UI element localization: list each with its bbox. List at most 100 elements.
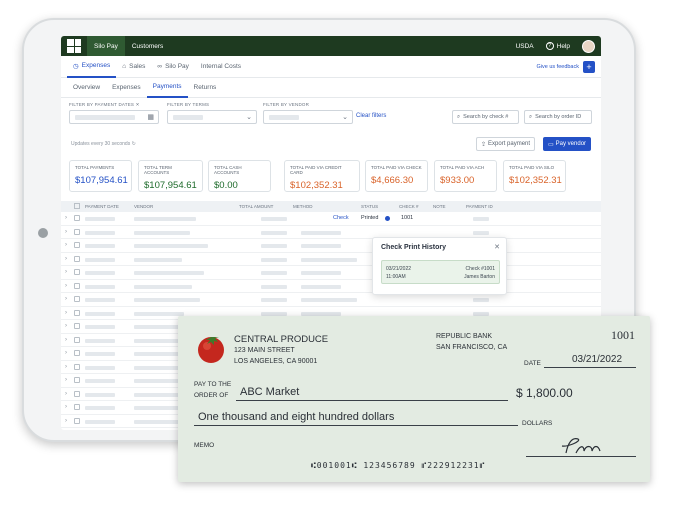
row-checkbox[interactable] — [74, 296, 80, 302]
avatar[interactable] — [582, 39, 595, 53]
filter-bar: FILTER BY PAYMENT DATES ✕ ▦ FILTER BY TE… — [61, 98, 601, 134]
row-checkbox[interactable] — [74, 363, 80, 370]
help-button[interactable]: ? Help — [545, 42, 570, 50]
currency-selector[interactable]: USDA — [516, 43, 534, 50]
tab-label: Internal Costs — [200, 63, 242, 70]
header-note[interactable]: NOTE — [433, 204, 446, 209]
info-icon[interactable] — [385, 216, 390, 221]
chevron-right-icon[interactable]: › — [65, 269, 67, 275]
header-check-number[interactable]: CHECK # — [399, 204, 419, 209]
table-row[interactable]: › — [61, 239, 601, 253]
search-order-placeholder: Search by order ID — [535, 114, 582, 120]
subtab-payments[interactable]: Payments — [146, 78, 188, 98]
row-checkbox[interactable] — [74, 417, 80, 424]
add-button[interactable]: + — [583, 60, 595, 73]
summary-cards: TOTAL PAYMENTS $107,954.61 TOTAL TERM ACC… — [61, 156, 601, 196]
chevron-right-icon[interactable]: › — [65, 256, 67, 262]
header-payment-date[interactable]: PAYMENT DATE — [85, 204, 119, 209]
table-row[interactable]: › — [61, 280, 601, 293]
row-checkbox[interactable] — [74, 390, 80, 397]
chevron-right-icon[interactable]: › — [65, 283, 67, 289]
close-icon[interactable]: ✕ — [494, 243, 500, 251]
placeholder-bar — [261, 284, 287, 289]
row-checkbox[interactable] — [74, 242, 80, 248]
row-checkbox[interactable] — [74, 228, 80, 235]
row-checkbox[interactable] — [74, 323, 80, 329]
row-checkbox[interactable] — [74, 215, 80, 221]
method-check[interactable]: Check — [333, 215, 349, 221]
chevron-right-icon[interactable]: › — [65, 377, 67, 383]
search-order-input[interactable]: ⌕ Search by order ID — [524, 110, 592, 124]
table-row[interactable]: › — [61, 226, 601, 239]
search-icon: ⌕ — [529, 113, 533, 120]
row-checkbox[interactable] — [74, 309, 80, 316]
nav-silo-pay[interactable]: Silo Pay — [87, 36, 125, 56]
pay-vendor-button[interactable]: ▭ Pay vendor — [543, 137, 592, 151]
placeholder-bar — [85, 257, 115, 262]
chevron-right-icon[interactable]: › — [65, 242, 67, 248]
filter-vendor-select[interactable]: ⌄ — [263, 110, 353, 124]
filter-dates-input[interactable]: ▦ — [69, 110, 159, 124]
tab-label: Sales — [129, 63, 146, 70]
search-check-input[interactable]: ⌕ Search by check # — [452, 110, 519, 124]
chevron-right-icon[interactable]: › — [65, 404, 67, 410]
placeholder-bar — [85, 271, 115, 275]
tab-expenses[interactable]: ◷ Expenses — [67, 56, 117, 78]
chevron-right-icon[interactable]: › — [65, 296, 67, 302]
row-checkbox[interactable] — [74, 269, 80, 275]
chevron-right-icon[interactable]: › — [65, 418, 67, 424]
placeholder-bar — [134, 217, 196, 221]
placeholder-bar — [85, 284, 115, 289]
header-method[interactable]: METHOD — [293, 204, 313, 209]
chevron-right-icon[interactable]: › — [65, 310, 67, 316]
chevron-right-icon[interactable]: › — [65, 391, 67, 397]
dollars-label: DOLLARS — [522, 420, 553, 427]
chevron-right-icon[interactable]: › — [65, 364, 67, 370]
header-payment-id[interactable]: PAYMENT ID — [466, 204, 493, 209]
placeholder-bar — [134, 257, 182, 262]
feedback-link[interactable]: Give us feedback — [537, 64, 580, 70]
row-checkbox[interactable] — [74, 255, 80, 262]
table-row[interactable]: › — [61, 293, 601, 307]
clear-filters-link[interactable]: Clear filters — [356, 113, 386, 119]
subtab-expenses[interactable]: Expenses — [106, 78, 147, 98]
chevron-right-icon[interactable]: › — [65, 229, 67, 235]
chevron-right-icon[interactable]: › — [65, 215, 67, 221]
money-icon: ▭ — [548, 141, 554, 148]
tab-sales[interactable]: ⌂ Sales — [116, 56, 151, 78]
subtab-overview[interactable]: Overview — [67, 78, 106, 98]
app-logo-icon[interactable] — [67, 39, 81, 53]
export-payment-button[interactable]: ⇪ Export payment — [476, 137, 536, 151]
placeholder-bar — [301, 257, 357, 262]
pay-vendor-label: Pay vendor — [555, 141, 587, 147]
header-status[interactable]: STATUS — [361, 204, 378, 209]
table-row[interactable]: › Check Printed 1001 — [61, 212, 601, 226]
filter-terms-select[interactable]: ⌄ — [167, 110, 257, 124]
tab-silo-pay[interactable]: ∞ Silo Pay — [151, 56, 195, 78]
table-row[interactable]: › — [61, 266, 601, 280]
placeholder-bar — [301, 298, 357, 302]
placeholder-bar — [134, 230, 190, 235]
header-total-amount[interactable]: TOTAL AMOUNT — [239, 204, 273, 209]
placeholder-bar — [85, 217, 115, 221]
chevron-right-icon[interactable]: › — [65, 350, 67, 356]
row-checkbox[interactable] — [74, 377, 80, 383]
placeholder-bar — [173, 115, 203, 120]
table-header: PAYMENT DATE VENDOR TOTAL AMOUNT METHOD … — [61, 201, 601, 212]
row-checkbox[interactable] — [74, 350, 80, 356]
table-row[interactable]: › — [61, 253, 601, 266]
tab-internal-costs[interactable]: Internal Costs — [195, 56, 247, 78]
row-checkbox[interactable] — [74, 404, 80, 410]
select-all-checkbox[interactable] — [74, 203, 80, 209]
chevron-right-icon[interactable]: › — [65, 323, 67, 329]
filter-vendor-label: FILTER BY VENDOR — [263, 102, 310, 107]
top-nav: Silo Pay Customers USDA ? Help — [61, 36, 601, 56]
header-vendor[interactable]: VENDOR — [134, 204, 153, 209]
placeholder-bar — [261, 230, 287, 235]
subtab-returns[interactable]: Returns — [188, 78, 223, 98]
row-checkbox[interactable] — [74, 336, 80, 343]
chevron-right-icon[interactable]: › — [65, 337, 67, 343]
row-checkbox[interactable] — [74, 282, 80, 289]
placeholder-bar — [85, 379, 115, 383]
nav-customers[interactable]: Customers — [125, 36, 170, 56]
